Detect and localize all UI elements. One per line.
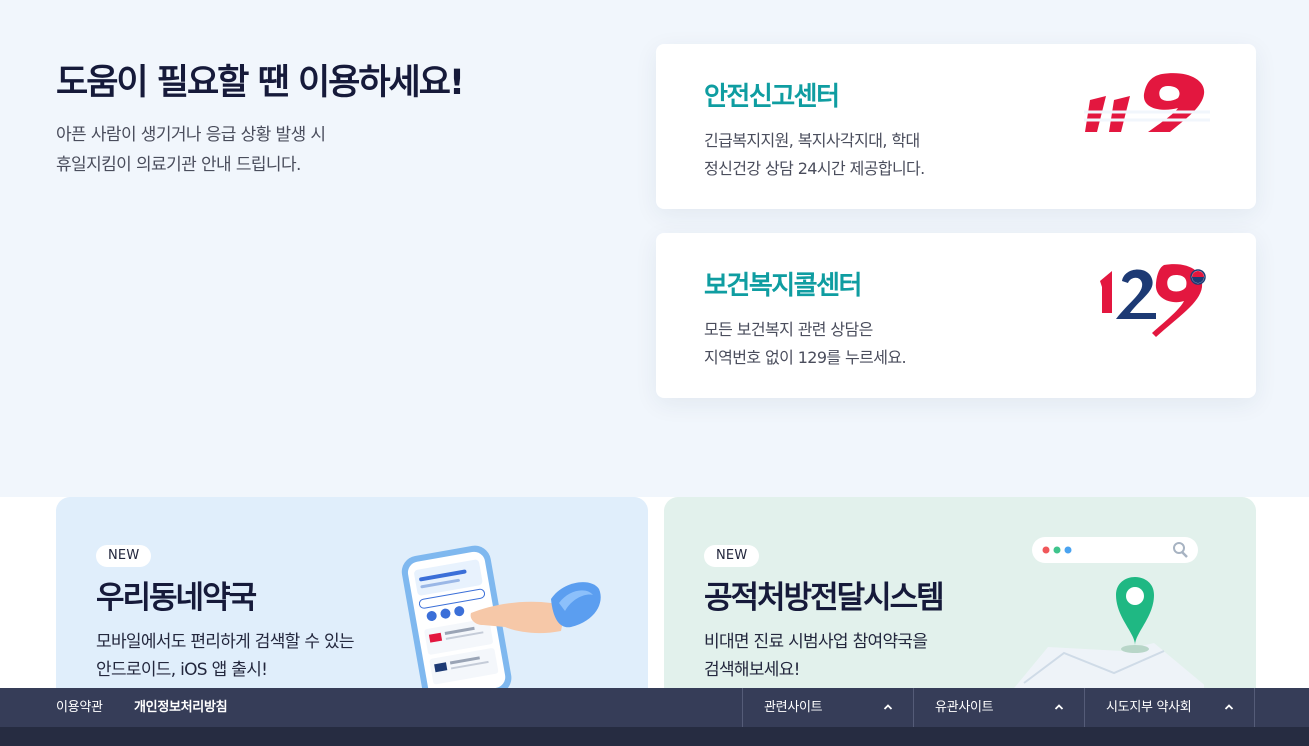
map-pin-illustration [1014, 537, 1204, 688]
promo-title: 공적처방전달시스템 [704, 580, 945, 616]
help-desc-line: 휴일지킴이 의료기관 안내 드립니다. [56, 155, 301, 175]
help-description: 아픈 사람이 생기거나 응급 상황 발생 시 휴일지킴이 의료기관 안내 드립니… [56, 120, 326, 180]
promo-description: 비대면 진료 시범사업 참여약국을 검색해보세요! [704, 628, 928, 684]
chevron-up-icon [883, 704, 893, 710]
prescription-system-promo[interactable]: NEW 공적처방전달시스템 비대면 진료 시범사업 참여약국을 검색해보세요! [664, 497, 1256, 688]
119-logo [1084, 73, 1210, 132]
footer-bar: 이용약관 개인정보처리방침 관련사이트 유관사이트 시도지부 약사회 [0, 688, 1309, 727]
help-section: 도움이 필요할 땐 이용하세요! 아픈 사람이 생기거나 응급 상황 발생 시 … [0, 0, 1309, 497]
129-logo [1100, 264, 1206, 337]
promo-description: 모바일에서도 편리하게 검색할 수 있는 안드로이드, iOS 앱 출시! [96, 628, 355, 684]
card-desc-line: 긴급복지지원, 복지사각지대, 학대 [704, 131, 920, 150]
privacy-policy-link[interactable]: 개인정보처리방침 [134, 688, 228, 727]
card-description: 모든 보건복지 관련 상담은 지역번호 없이 129를 누르세요. [704, 316, 907, 372]
card-title: 안전신고센터 [704, 82, 840, 112]
chevron-up-icon [1224, 704, 1234, 710]
promo-desc-line: 검색해보세요! [704, 660, 800, 680]
safety-report-center-card[interactable]: 안전신고센터 긴급복지지원, 복지사각지대, 학대 정신건강 상담 24시간 제… [656, 44, 1256, 209]
promo-desc-line: 비대면 진료 시범사업 참여약국을 [704, 632, 928, 652]
card-description: 긴급복지지원, 복지사각지대, 학대 정신건강 상담 24시간 제공합니다. [704, 127, 925, 183]
new-badge: NEW [704, 545, 760, 567]
new-badge: NEW [96, 545, 152, 567]
chevron-up-icon [1054, 704, 1064, 710]
promo-desc-line: 모바일에서도 편리하게 검색할 수 있는 [96, 632, 355, 652]
health-welfare-call-center-card[interactable]: 보건복지콜센터 모든 보건복지 관련 상담은 지역번호 없이 129를 누르세요… [656, 233, 1256, 398]
dropdown-label: 시도지부 약사회 [1106, 700, 1192, 715]
phone-hand-illustration [401, 545, 601, 688]
card-title: 보건복지콜센터 [704, 271, 862, 301]
related-sites-dropdown[interactable]: 관련사이트 [742, 688, 913, 727]
card-desc-line: 지역번호 없이 129를 누르세요. [704, 348, 907, 367]
card-desc-line: 모든 보건복지 관련 상담은 [704, 320, 873, 339]
card-desc-line: 정신건강 상담 24시간 제공합니다. [704, 159, 925, 178]
footer-bottom [0, 727, 1309, 746]
regional-branch-dropdown[interactable]: 시도지부 약사회 [1084, 688, 1255, 727]
dropdown-label: 유관사이트 [935, 700, 994, 715]
dropdown-label: 관련사이트 [764, 700, 823, 715]
promo-desc-line: 안드로이드, iOS 앱 출시! [96, 660, 268, 680]
promo-title: 우리동네약국 [96, 580, 257, 616]
terms-of-use-link[interactable]: 이용약관 [56, 688, 103, 727]
help-desc-line: 아픈 사람이 생기거나 응급 상황 발생 시 [56, 125, 326, 145]
affiliated-sites-dropdown[interactable]: 유관사이트 [913, 688, 1084, 727]
help-title: 도움이 필요할 땐 이용하세요! [56, 63, 465, 103]
pharmacy-app-promo[interactable]: NEW 우리동네약국 모바일에서도 편리하게 검색할 수 있는 안드로이드, i… [56, 497, 648, 688]
